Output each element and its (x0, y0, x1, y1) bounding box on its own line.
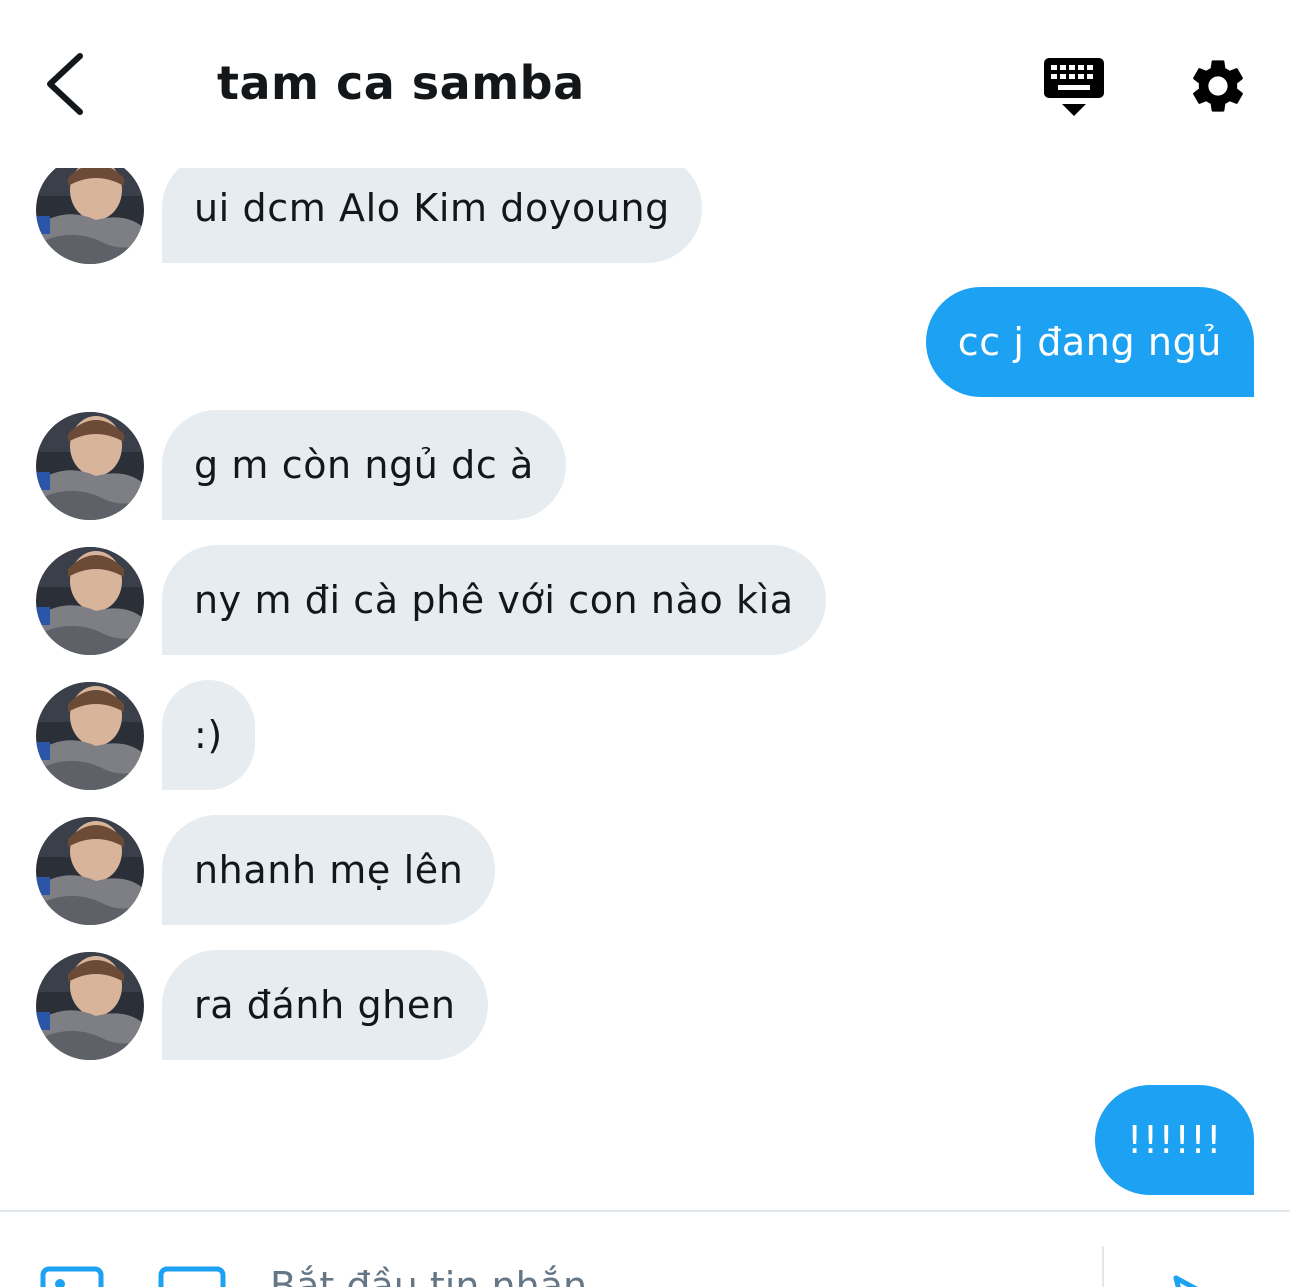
send-icon (1173, 1275, 1198, 1287)
image-icon (40, 1266, 104, 1287)
message-bubble-incoming[interactable]: ra đánh ghen (162, 950, 488, 1060)
avatar[interactable] (36, 817, 144, 925)
avatar[interactable] (36, 412, 144, 520)
message-input[interactable]: Bắt đầu tin nhắn (270, 1264, 587, 1287)
avatar[interactable] (36, 952, 144, 1060)
keyboard-button[interactable] (1040, 54, 1108, 120)
avatar-photo (36, 952, 144, 1060)
avatar-photo (36, 412, 144, 520)
avatar[interactable] (36, 156, 144, 264)
message-text: g m còn ngủ dc à (194, 443, 534, 487)
avatar[interactable] (36, 547, 144, 655)
conversation-title[interactable]: tam ca samba (217, 56, 585, 110)
avatar-photo (36, 547, 144, 655)
message-text: nhanh mẹ lên (194, 848, 464, 892)
gif-icon (158, 1266, 226, 1287)
message-bubble-incoming[interactable]: :) (162, 680, 255, 790)
send-button[interactable] (1170, 1274, 1230, 1287)
chevron-left-icon (47, 53, 83, 115)
message-text: ui dcm Alo Kim doyoung (194, 186, 670, 230)
composer-divider (1102, 1246, 1104, 1287)
avatar[interactable] (36, 682, 144, 790)
gear-icon (1193, 60, 1243, 112)
message-bubble-outgoing[interactable]: !!!!!! (1094, 1085, 1254, 1195)
message-text: :) (194, 713, 223, 757)
back-button[interactable] (34, 46, 104, 122)
keyboard-icon (1044, 58, 1104, 116)
avatar-photo (36, 817, 144, 925)
conversation-header: tam ca samba (0, 0, 1290, 168)
message-text: !!!!!! (1126, 1118, 1222, 1162)
message-bubble-incoming[interactable]: g m còn ngủ dc à (162, 410, 566, 520)
avatar-photo (36, 682, 144, 790)
settings-button[interactable] (1186, 54, 1250, 118)
add-photo-button[interactable] (40, 1266, 104, 1287)
avatar-photo (36, 156, 144, 264)
message-bubble-incoming[interactable]: nhanh mẹ lên (162, 815, 496, 925)
message-bubble-incoming[interactable]: ny m đi cà phê với con nào kìa (162, 545, 826, 655)
message-bubble-outgoing[interactable]: cc j đang ngủ (925, 287, 1254, 397)
message-list[interactable]: ui dcm Alo Kim doyoung cc j đang ngủ g m… (0, 0, 1290, 1210)
message-bubble-incoming[interactable]: ui dcm Alo Kim doyoung (162, 153, 702, 263)
add-gif-button[interactable] (158, 1266, 226, 1287)
message-text: cc j đang ngủ (957, 320, 1222, 364)
dm-conversation-screen: ui dcm Alo Kim doyoung cc j đang ngủ g m… (0, 0, 1290, 1287)
message-text: ra đánh ghen (194, 983, 456, 1027)
message-text: ny m đi cà phê với con nào kìa (194, 578, 794, 622)
message-composer: Bắt đầu tin nhắn (0, 1210, 1290, 1287)
